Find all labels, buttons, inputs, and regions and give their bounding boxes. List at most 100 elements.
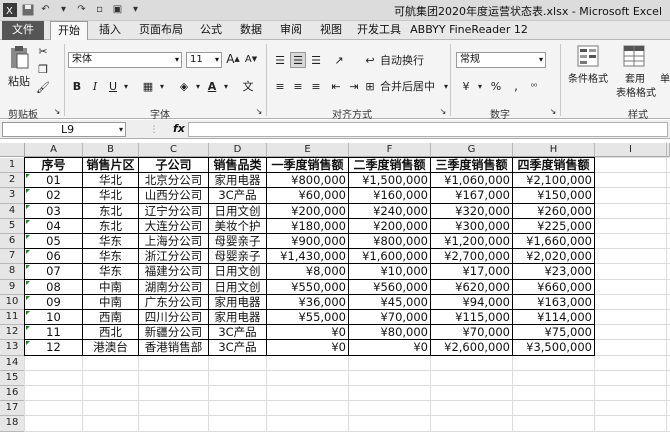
tab-abbyy[interactable]: ABBYY FineReader 12 (408, 21, 530, 40)
align-middle-icon[interactable]: ☰ (290, 52, 306, 68)
table-cell[interactable]: ¥560,000 (349, 279, 431, 295)
tab-view[interactable]: 视图 (312, 21, 350, 40)
table-cell[interactable]: ¥163,000 (513, 294, 595, 310)
table-cell[interactable]: 母婴亲子 (209, 249, 267, 265)
paste-button[interactable]: 粘贴 (4, 74, 34, 88)
table-cell[interactable]: 3C产品 (209, 340, 267, 356)
table-cell[interactable]: 四川分公司 (139, 310, 209, 326)
customize-qat-icon[interactable]: ▾ (128, 2, 143, 17)
wrap-text-icon[interactable]: ↩ (362, 52, 378, 68)
column-header[interactable]: A (25, 143, 83, 157)
row-header[interactable]: 12 (0, 325, 25, 341)
new-file-icon[interactable]: ▫ (92, 2, 107, 17)
table-cell[interactable]: 01 (25, 173, 83, 189)
phonetic-icon[interactable]: 文 (240, 78, 256, 94)
table-cell[interactable]: 03 (25, 203, 83, 219)
font-color-dropdown-icon[interactable]: ▾ (222, 78, 230, 94)
table-cell[interactable]: 日用文创 (209, 264, 267, 280)
table-cell[interactable]: ¥0 (267, 325, 349, 341)
tab-insert[interactable]: 插入 (90, 21, 130, 40)
font-color-icon[interactable]: A (204, 78, 220, 94)
increase-decimal-icon[interactable]: ⁰⁰ (526, 78, 542, 94)
table-cell[interactable]: 母婴亲子 (209, 234, 267, 250)
column-header[interactable]: I (595, 143, 667, 157)
header-cell[interactable]: 三季度销售额 (431, 158, 513, 174)
column-header[interactable]: F (349, 143, 431, 157)
table-cell[interactable]: ¥225,000 (513, 218, 595, 234)
tab-formulas[interactable]: 公式 (192, 21, 230, 40)
row-header[interactable]: 14 (0, 355, 25, 371)
currency-dropdown-icon[interactable]: ▾ (476, 78, 484, 94)
undo-icon[interactable]: ↶ (38, 2, 53, 17)
table-cell[interactable]: 02 (25, 188, 83, 204)
row-header[interactable]: 11 (0, 310, 25, 326)
table-cell[interactable]: ¥2,700,000 (431, 249, 513, 265)
table-cell[interactable]: 08 (25, 279, 83, 295)
dialog-launcher-icon[interactable]: ↘ (438, 106, 448, 116)
table-cell[interactable]: ¥80,000 (349, 325, 431, 341)
font-size-combo[interactable]: 11 ▾ (186, 52, 222, 68)
table-cell[interactable]: ¥200,000 (349, 218, 431, 234)
table-cell[interactable]: ¥167,000 (431, 188, 513, 204)
table-cell[interactable]: 3C产品 (209, 325, 267, 341)
table-cell[interactable]: 家用电器 (209, 310, 267, 326)
table-cell[interactable]: 东北 (83, 218, 139, 234)
table-cell[interactable]: 香港销售部 (139, 340, 209, 356)
table-cell[interactable]: 家用电器 (209, 173, 267, 189)
dialog-launcher-icon[interactable]: ↘ (52, 106, 62, 116)
borders-icon[interactable]: ▦ (140, 78, 156, 94)
align-bottom-icon[interactable]: ☰ (308, 52, 324, 68)
row-header[interactable]: 15 (0, 370, 25, 386)
table-cell[interactable]: 中南 (83, 279, 139, 295)
header-cell[interactable]: 二季度销售额 (349, 158, 431, 174)
table-cell[interactable]: 06 (25, 249, 83, 265)
cell-styles-button[interactable]: 单 (658, 70, 670, 85)
tab-home[interactable]: 开始 (50, 21, 88, 41)
align-top-icon[interactable]: ☰ (272, 52, 288, 68)
comma-style-icon[interactable]: , (508, 78, 524, 94)
row-header[interactable]: 1 (0, 158, 25, 174)
table-cell[interactable]: ¥8,000 (267, 264, 349, 280)
table-cell[interactable]: ¥1,060,000 (431, 173, 513, 189)
grow-font-icon[interactable]: A ▲ (226, 52, 240, 66)
header-cell[interactable]: 子公司 (139, 158, 209, 174)
table-cell[interactable]: ¥180,000 (267, 218, 349, 234)
format-as-table-label[interactable]: 套用 (620, 70, 650, 85)
table-cell[interactable]: ¥320,000 (431, 203, 513, 219)
table-cell[interactable]: ¥2,100,000 (513, 173, 595, 189)
table-cell[interactable]: 港澳台 (83, 340, 139, 356)
table-cell[interactable]: ¥70,000 (431, 325, 513, 341)
table-cell[interactable]: 山西分公司 (139, 188, 209, 204)
percent-icon[interactable]: % (488, 78, 504, 94)
row-header[interactable]: 13 (0, 340, 25, 356)
column-header[interactable]: B (83, 143, 139, 157)
table-cell[interactable]: 福建分公司 (139, 264, 209, 280)
table-cell[interactable]: 西北 (83, 325, 139, 341)
merge-center-icon[interactable]: ⊞ (362, 78, 378, 94)
table-cell[interactable]: 华北 (83, 173, 139, 189)
table-cell[interactable]: ¥70,000 (349, 310, 431, 326)
table-cell[interactable]: 家用电器 (209, 294, 267, 310)
column-header[interactable]: E (267, 143, 349, 157)
currency-icon[interactable]: ¥ (458, 78, 474, 94)
row-header[interactable]: 4 (0, 203, 25, 219)
table-cell[interactable]: ¥620,000 (431, 279, 513, 295)
tab-review[interactable]: 审阅 (272, 21, 310, 40)
table-cell[interactable]: ¥114,000 (513, 310, 595, 326)
table-cell[interactable]: 12 (25, 340, 83, 356)
cut-icon[interactable]: ✂ (36, 44, 50, 58)
table-cell[interactable]: ¥0 (267, 340, 349, 356)
orientation-icon[interactable]: ↗ (330, 52, 348, 68)
table-cell[interactable]: 广东分公司 (139, 294, 209, 310)
conditional-format-button[interactable]: 条件格式 (566, 70, 610, 85)
row-header[interactable]: 8 (0, 264, 25, 280)
dialog-launcher-icon[interactable]: ↘ (548, 106, 558, 116)
bold-button[interactable]: B (70, 78, 84, 94)
table-cell[interactable]: 美妆个护 (209, 218, 267, 234)
header-cell[interactable]: 序号 (25, 158, 83, 174)
table-cell[interactable]: ¥2,020,000 (513, 249, 595, 265)
row-header[interactable]: 3 (0, 188, 25, 204)
font-name-combo[interactable]: 宋体 ▾ (68, 52, 182, 68)
table-cell[interactable]: ¥36,000 (267, 294, 349, 310)
merge-dropdown-icon[interactable]: ▾ (442, 78, 450, 94)
